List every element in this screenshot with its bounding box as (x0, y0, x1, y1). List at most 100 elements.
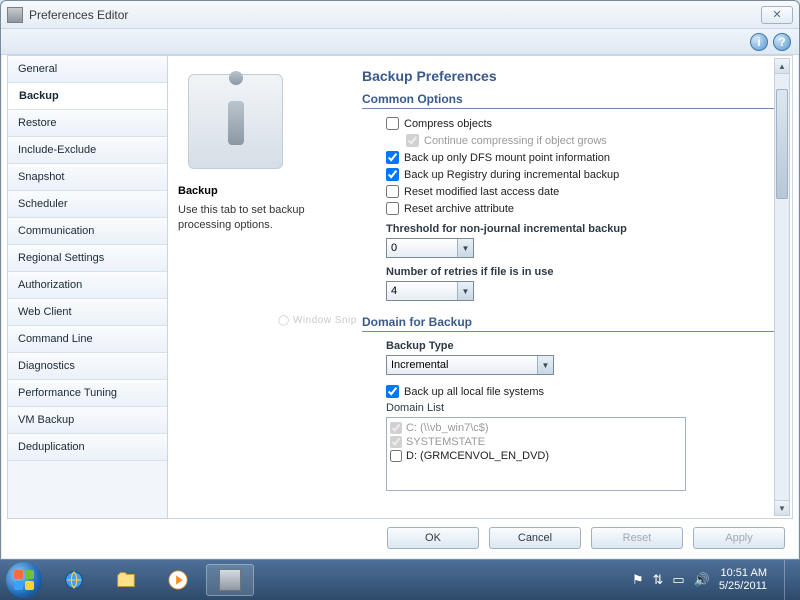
reset-button: Reset (591, 527, 683, 549)
sidebar-item-performance-tuning[interactable]: Performance Tuning (8, 380, 167, 407)
sidebar-item-general[interactable]: General (8, 56, 167, 83)
close-button[interactable]: ✕ (761, 6, 793, 24)
ie-icon (63, 569, 85, 591)
desc-text: Use this tab to set backup processing op… (178, 203, 348, 233)
threshold-label: Threshold for non-journal incremental ba… (386, 223, 780, 235)
all-local-checkbox[interactable] (386, 385, 399, 398)
domain-item-label: C: (\\vb_win7\c$) (406, 422, 489, 434)
taskbar-explorer[interactable] (102, 564, 150, 596)
sidebar-item-include-exclude[interactable]: Include-Exclude (8, 137, 167, 164)
chevron-down-icon[interactable]: ▼ (457, 239, 473, 257)
taskbar-active-app[interactable] (206, 564, 254, 596)
description-column: Backup Use this tab to set backup proces… (168, 56, 358, 518)
common-options-title: Common Options (362, 92, 780, 109)
sidebar-item-backup[interactable]: Backup (8, 83, 167, 110)
threshold-combo[interactable]: ▼ (386, 238, 474, 258)
volume-icon[interactable]: 🔊 (694, 572, 710, 588)
domain-item-checkbox[interactable] (390, 450, 402, 462)
sidebar-item-command-line[interactable]: Command Line (8, 326, 167, 353)
page-title: Backup Preferences (362, 68, 780, 84)
sidebar-item-snapshot[interactable]: Snapshot (8, 164, 167, 191)
app-icon (7, 7, 23, 23)
taskbar: ⚑ ⇅ ▭ 🔊 10:51 AM 5/25/2011 (0, 560, 800, 600)
reset-archive-label: Reset archive attribute (404, 203, 514, 215)
reset-modified-checkbox[interactable] (386, 185, 399, 198)
domain-listbox[interactable]: C: (\\vb_win7\c$) SYSTEMSTATE D: (GRMCENVO… (386, 417, 686, 491)
sidebar-item-web-client[interactable]: Web Client (8, 299, 167, 326)
clock[interactable]: 10:51 AM 5/25/2011 (719, 567, 767, 592)
reset-modified-field[interactable]: Reset modified last access date (386, 185, 780, 198)
start-button[interactable] (6, 562, 42, 598)
chevron-down-icon[interactable]: ▼ (537, 356, 553, 374)
domain-item-label: SYSTEMSTATE (406, 436, 485, 448)
window-title: Preferences Editor (29, 8, 761, 22)
dfs-checkbox[interactable] (386, 151, 399, 164)
clock-date: 5/25/2011 (719, 580, 767, 593)
power-icon[interactable]: ▭ (672, 572, 684, 588)
show-desktop-button[interactable] (784, 560, 794, 600)
scroll-up-icon[interactable]: ▲ (775, 59, 789, 74)
compress-checkbox[interactable] (386, 117, 399, 130)
compress-field[interactable]: Compress objects (386, 117, 780, 130)
play-icon (167, 569, 189, 591)
backup-type-combo[interactable]: ▼ (386, 355, 554, 375)
taskbar-ie[interactable] (50, 564, 98, 596)
sidebar-item-regional-settings[interactable]: Regional Settings (8, 245, 167, 272)
cancel-button[interactable]: Cancel (489, 527, 581, 549)
reset-modified-label: Reset modified last access date (404, 186, 559, 198)
app-window-icon (219, 569, 241, 591)
registry-checkbox[interactable] (386, 168, 399, 181)
button-bar: OK Cancel Reset Apply (7, 523, 793, 553)
sidebar-item-deduplication[interactable]: Deduplication (8, 434, 167, 461)
backup-type-input[interactable] (387, 357, 537, 373)
sidebar-item-authorization[interactable]: Authorization (8, 272, 167, 299)
domain-item-label: D: (GRMCENVOL_EN_DVD) (406, 450, 549, 462)
continue-compressing-checkbox (406, 134, 419, 147)
sidebar: GeneralBackupRestoreInclude-ExcludeSnaps… (8, 56, 168, 518)
sidebar-item-diagnostics[interactable]: Diagnostics (8, 353, 167, 380)
titlebar: Preferences Editor ✕ (1, 1, 799, 29)
domain-title: Domain for Backup (362, 315, 780, 332)
compress-label: Compress objects (404, 118, 492, 130)
content-area: Backup Use this tab to set backup proces… (168, 56, 792, 518)
domain-item-checkbox (390, 436, 402, 448)
desc-heading: Backup (178, 185, 348, 197)
flag-icon[interactable]: ⚑ (632, 572, 644, 588)
network-icon[interactable]: ⇅ (652, 572, 663, 588)
scroll-thumb[interactable] (776, 89, 788, 199)
retries-input[interactable] (387, 283, 457, 299)
reset-archive-checkbox[interactable] (386, 202, 399, 215)
chevron-down-icon[interactable]: ▼ (457, 282, 473, 300)
taskbar-mediaplayer[interactable] (154, 564, 202, 596)
domain-list-item[interactable]: SYSTEMSTATE (390, 435, 682, 449)
domain-list-item[interactable]: D: (GRMCENVOL_EN_DVD) (390, 449, 682, 463)
dfs-label: Back up only DFS mount point information (404, 152, 610, 164)
header-bar: i ? (1, 29, 799, 55)
retries-combo[interactable]: ▼ (386, 281, 474, 301)
sidebar-item-restore[interactable]: Restore (8, 110, 167, 137)
help-icon[interactable]: ? (773, 33, 791, 51)
reset-archive-field[interactable]: Reset archive attribute (386, 202, 780, 215)
all-local-field[interactable]: Back up all local file systems (386, 385, 780, 398)
scroll-down-icon[interactable]: ▼ (775, 500, 789, 515)
all-local-label: Back up all local file systems (404, 386, 544, 398)
dfs-field[interactable]: Back up only DFS mount point information (386, 151, 780, 164)
threshold-input[interactable] (387, 240, 457, 256)
ok-button[interactable]: OK (387, 527, 479, 549)
window-body: GeneralBackupRestoreInclude-ExcludeSnaps… (7, 55, 793, 519)
backup-type-label: Backup Type (386, 340, 780, 352)
registry-label: Back up Registry during incremental back… (404, 169, 619, 181)
sidebar-item-vm-backup[interactable]: VM Backup (8, 407, 167, 434)
registry-field[interactable]: Back up Registry during incremental back… (386, 168, 780, 181)
info-icon[interactable]: i (750, 33, 768, 51)
sidebar-item-scheduler[interactable]: Scheduler (8, 191, 167, 218)
clock-time: 10:51 AM (719, 567, 767, 580)
continue-compressing-field: Continue compressing if object grows (406, 134, 780, 147)
continue-compressing-label: Continue compressing if object grows (424, 135, 607, 147)
domain-list-item[interactable]: C: (\\vb_win7\c$) (390, 421, 682, 435)
info-large-icon (188, 74, 283, 169)
preferences-window: Preferences Editor ✕ i ? GeneralBackupRe… (0, 0, 800, 560)
scrollbar[interactable]: ▲ ▼ (774, 58, 790, 516)
retries-label: Number of retries if file is in use (386, 266, 780, 278)
sidebar-item-communication[interactable]: Communication (8, 218, 167, 245)
